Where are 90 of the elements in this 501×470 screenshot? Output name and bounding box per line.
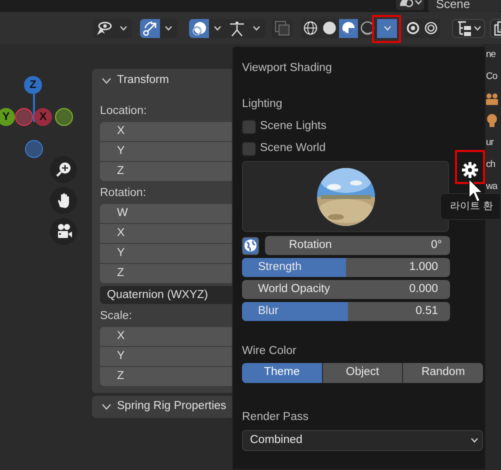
number-field[interactable]: Rotation 0° bbox=[265, 236, 450, 255]
lightbulb-icon bbox=[486, 114, 498, 128]
material-shading-button[interactable] bbox=[339, 18, 358, 38]
number-field[interactable]: X bbox=[100, 224, 232, 243]
globe-icon bbox=[244, 239, 257, 252]
checkbox[interactable]: Scene Lights bbox=[242, 118, 326, 136]
caret-icon bbox=[120, 26, 127, 30]
zoom-icon bbox=[56, 161, 72, 178]
gear-icon bbox=[462, 162, 478, 178]
toolbar-button[interactable] bbox=[422, 18, 440, 38]
number-field[interactable]: Y bbox=[100, 244, 232, 263]
filter-icon bbox=[456, 20, 472, 36]
bone-icon bbox=[228, 20, 246, 36]
overlay-toggle[interactable] bbox=[189, 18, 209, 38]
xray-icon bbox=[274, 20, 290, 36]
segment-button[interactable]: Object bbox=[322, 363, 402, 383]
number-field[interactable]: X bbox=[100, 327, 232, 346]
number-field[interactable]: Z bbox=[100, 264, 232, 283]
axis-handle[interactable] bbox=[15, 108, 33, 126]
gizmo-toggle[interactable] bbox=[140, 18, 160, 38]
solid-sphere-icon bbox=[322, 20, 337, 36]
caret-icon bbox=[471, 438, 478, 443]
solid-shading-button[interactable] bbox=[320, 18, 339, 38]
filter-button[interactable] bbox=[452, 18, 485, 38]
number-field[interactable]: Y bbox=[100, 347, 232, 366]
section-label: Lighting bbox=[242, 97, 284, 112]
shading-dropdown[interactable] bbox=[377, 18, 397, 38]
hdri-preview[interactable] bbox=[242, 161, 450, 232]
rotation-mode-dropdown[interactable]: Quaternion (WXYZ) bbox=[100, 286, 232, 304]
view-zoom-button[interactable] bbox=[50, 156, 77, 183]
number-field[interactable]: W bbox=[100, 204, 232, 223]
scene-icon bbox=[398, 0, 412, 7]
caret-icon bbox=[253, 26, 260, 30]
panel-title: Transform bbox=[117, 72, 169, 88]
rendered-sphere-icon bbox=[360, 20, 375, 36]
panel-title: Spring Rig Properties bbox=[117, 399, 226, 414]
field-label: Rotation: bbox=[100, 186, 146, 202]
hand-icon bbox=[56, 192, 72, 209]
dropdown-button[interactable] bbox=[209, 18, 226, 38]
xray-toggle[interactable] bbox=[272, 18, 292, 38]
caret-icon bbox=[414, 0, 422, 4]
camera-icon bbox=[486, 93, 498, 105]
number-field[interactable]: X bbox=[100, 122, 232, 141]
caret-icon bbox=[165, 26, 172, 30]
caret-icon bbox=[474, 26, 481, 30]
render-pass-dropdown[interactable]: Combined bbox=[242, 430, 483, 451]
number-field[interactable]: Y bbox=[100, 142, 232, 161]
section-label: Wire Color bbox=[242, 344, 298, 359]
caret-icon bbox=[214, 26, 221, 30]
dropdown-button[interactable] bbox=[115, 18, 132, 38]
slider[interactable]: Strength 1.000 bbox=[242, 258, 450, 277]
axis-handle[interactable] bbox=[55, 108, 73, 126]
caret-icon bbox=[384, 26, 390, 30]
tooltip: 라이트 환 bbox=[440, 193, 501, 220]
segment-button[interactable]: Random bbox=[403, 363, 483, 383]
ring-icon bbox=[406, 20, 420, 36]
outliner-item[interactable]: ch bbox=[486, 154, 501, 176]
outliner-item[interactable]: ne bbox=[486, 44, 501, 66]
material-sphere-icon bbox=[341, 20, 356, 36]
field-label: Scale: bbox=[100, 309, 132, 324]
dropdown-button[interactable] bbox=[160, 18, 177, 38]
visibility-button[interactable] bbox=[93, 18, 115, 38]
wireframe-sphere-icon bbox=[303, 20, 318, 36]
slider[interactable]: World Opacity 0.000 bbox=[242, 280, 450, 299]
view-camera-button[interactable] bbox=[50, 218, 77, 245]
field-label: Location: bbox=[100, 104, 147, 120]
outliner-item[interactable]: Co bbox=[486, 66, 501, 88]
overlay-icon bbox=[191, 20, 207, 36]
settings-button[interactable] bbox=[455, 150, 485, 184]
rings-icon bbox=[424, 20, 438, 36]
toolbar-button[interactable] bbox=[404, 18, 422, 38]
section-label: Render Pass bbox=[242, 410, 310, 425]
outliner-item[interactable]: ur bbox=[486, 132, 501, 154]
axis-handle[interactable] bbox=[25, 140, 43, 158]
camera-icon bbox=[56, 223, 72, 240]
number-field[interactable]: Z bbox=[100, 367, 232, 386]
axis-handle[interactable]: Z bbox=[24, 76, 42, 94]
axis-handle[interactable]: Y bbox=[0, 108, 15, 126]
view-pan-button[interactable] bbox=[50, 187, 77, 214]
eye-icon bbox=[95, 20, 113, 36]
number-field[interactable]: Z bbox=[100, 162, 232, 181]
slider[interactable]: Blur 0.51 bbox=[242, 302, 450, 321]
dropdown-button[interactable] bbox=[248, 18, 265, 38]
world-space-toggle[interactable] bbox=[242, 236, 259, 254]
popover-title: Viewport Shading bbox=[242, 61, 333, 76]
wireframe-shading-button[interactable] bbox=[301, 18, 320, 38]
axis-line bbox=[32, 92, 36, 122]
checkbox[interactable]: Scene World bbox=[242, 140, 326, 158]
arrow-icon bbox=[142, 20, 158, 36]
segment-button[interactable]: Theme bbox=[242, 363, 322, 383]
